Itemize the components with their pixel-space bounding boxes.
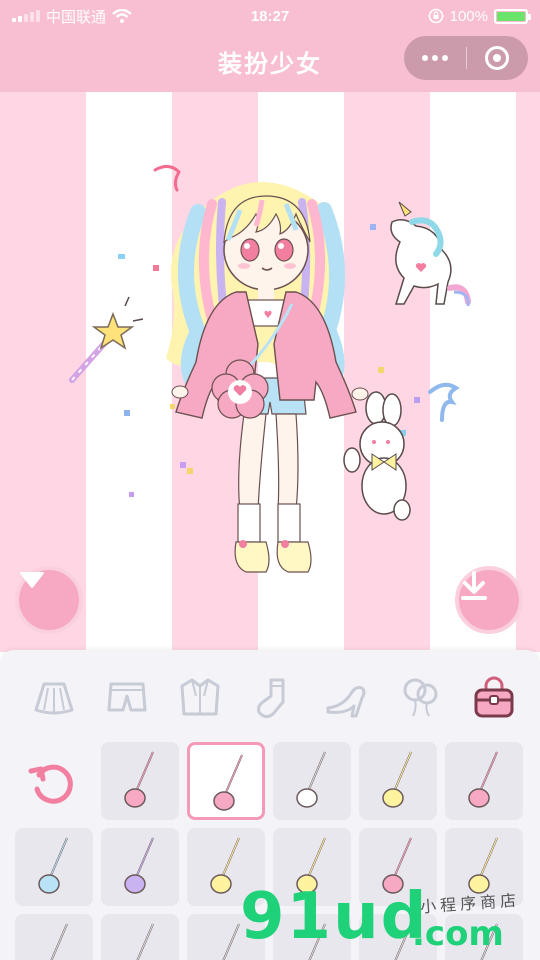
strap-icon xyxy=(480,923,498,960)
milk-carton-icon xyxy=(210,837,240,894)
striped-bottle-icon xyxy=(124,837,154,894)
item-tile[interactable] xyxy=(273,914,351,960)
bear-bag-icon xyxy=(124,751,154,808)
handbag-icon xyxy=(474,676,514,718)
item-tile[interactable] xyxy=(187,828,265,906)
battery-icon xyxy=(494,8,531,24)
character-scene: ♥ xyxy=(69,165,471,573)
category-bags[interactable] xyxy=(466,670,522,726)
item-tile[interactable] xyxy=(187,914,265,960)
item-tile[interactable] xyxy=(101,914,179,960)
cat-bag-icon xyxy=(382,751,412,808)
download-icon xyxy=(461,571,487,600)
category-socks[interactable] xyxy=(245,670,301,726)
plain-strap-icon xyxy=(296,751,326,808)
item-tile[interactable] xyxy=(101,742,179,820)
category-jacket[interactable] xyxy=(172,670,228,726)
category-shorts[interactable] xyxy=(99,670,155,726)
heart-bag-icon xyxy=(468,837,498,894)
more-dots-icon[interactable] xyxy=(404,55,466,61)
item-tile[interactable] xyxy=(273,828,351,906)
strap-icon xyxy=(222,923,240,960)
girl-character: ♥ xyxy=(166,182,369,573)
reset-button[interactable] xyxy=(22,752,82,812)
item-tile[interactable] xyxy=(273,742,351,820)
capsule-close-icon[interactable] xyxy=(467,46,529,70)
category-bar xyxy=(0,670,540,726)
sock-icon xyxy=(257,678,285,719)
item-tile[interactable] xyxy=(445,828,523,906)
item-tile[interactable] xyxy=(101,828,179,906)
unicorn xyxy=(390,201,471,307)
item-tile[interactable] xyxy=(445,914,523,960)
svg-text:♥: ♥ xyxy=(264,310,273,321)
item-tile[interactable] xyxy=(359,914,437,960)
triangle-down-icon xyxy=(20,572,44,588)
flower-bag-icon xyxy=(213,754,243,811)
dressup-stage: ♥ xyxy=(0,92,540,652)
item-grid xyxy=(0,742,540,960)
pig-bag-icon xyxy=(468,751,498,808)
item-tile[interactable] xyxy=(359,828,437,906)
battery-percent: 100% xyxy=(449,7,488,25)
orientation-lock-icon xyxy=(428,8,443,24)
download-button[interactable] xyxy=(455,566,523,634)
category-skirt[interactable] xyxy=(26,670,82,726)
bow-clip-icon xyxy=(296,837,326,894)
balloons-icon xyxy=(403,678,438,717)
item-tile[interactable] xyxy=(15,914,93,960)
reset-arrow-icon xyxy=(28,764,73,804)
category-shoes[interactable] xyxy=(318,670,374,726)
skirt-icon xyxy=(34,682,74,715)
high-heel-icon xyxy=(326,686,366,718)
bunny-bag-icon xyxy=(50,923,68,960)
item-tile[interactable] xyxy=(187,742,265,820)
item-tile[interactable] xyxy=(15,828,93,906)
wifi-icon xyxy=(112,9,132,23)
strap-icon xyxy=(394,923,412,960)
jacket-icon xyxy=(180,678,220,716)
carrier-label: 中国联通 xyxy=(46,8,107,26)
strap-icon xyxy=(136,923,154,960)
wardrobe-panel xyxy=(0,650,540,960)
signal-icon xyxy=(12,10,40,22)
magic-wand xyxy=(69,296,144,383)
item-tile[interactable] xyxy=(445,742,523,820)
shorts-icon xyxy=(107,682,147,712)
flower-charm-icon xyxy=(382,837,412,894)
category-balloons[interactable] xyxy=(392,670,448,726)
collapse-button[interactable] xyxy=(15,566,83,634)
item-tile[interactable] xyxy=(359,742,437,820)
nav-bar: 装扮少女 xyxy=(0,32,540,92)
miniprogram-capsule xyxy=(404,36,528,80)
status-bar: 中国联通 18:27 100% xyxy=(0,0,540,32)
blue-pouch-icon xyxy=(38,837,68,894)
strap-icon xyxy=(308,923,326,960)
